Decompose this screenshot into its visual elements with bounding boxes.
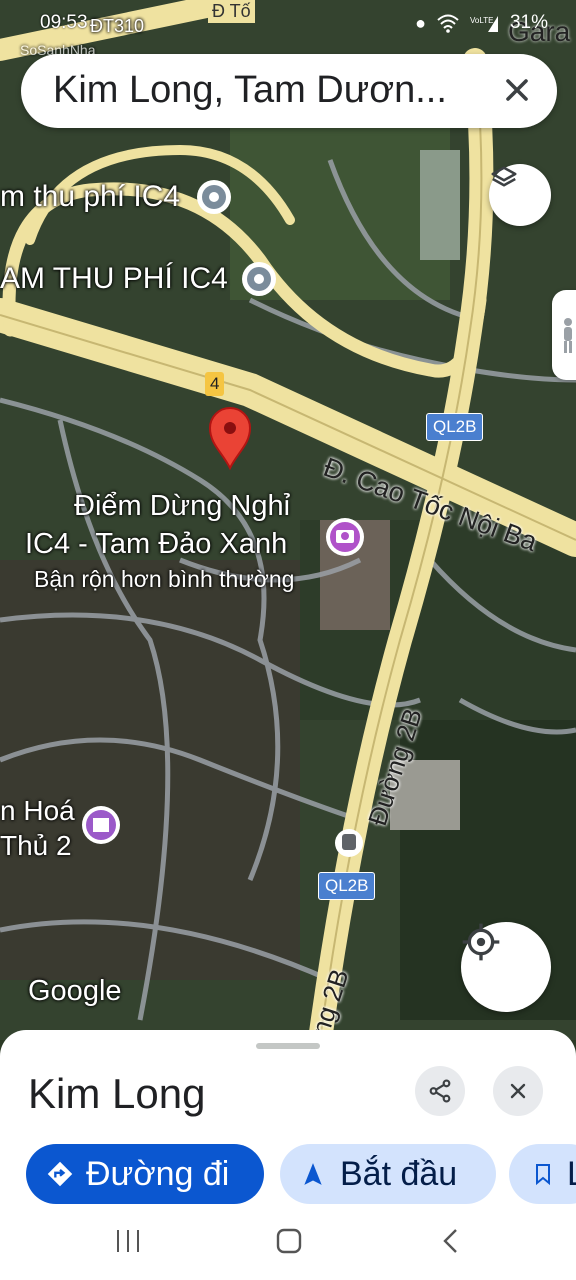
back-icon[interactable] bbox=[440, 1227, 462, 1255]
close-icon bbox=[510, 1083, 526, 1099]
toll-label-1[interactable]: m thu phí IC4 bbox=[0, 180, 180, 214]
toll-marker-1 bbox=[197, 180, 231, 214]
place-title: Kim Long bbox=[28, 1070, 206, 1117]
save-label: L bbox=[567, 1155, 576, 1194]
status-icons: ● VoLTE 31% bbox=[415, 12, 548, 34]
signal-icon: VoLTE bbox=[470, 16, 498, 32]
search-query[interactable]: Kim Long, Tam Dươn... bbox=[53, 69, 447, 112]
layers-button[interactable] bbox=[489, 164, 551, 226]
start-button[interactable]: Bắt đầu bbox=[280, 1144, 496, 1204]
navigation-arrow-icon bbox=[304, 1163, 322, 1185]
poi-marker-culture bbox=[82, 806, 120, 844]
wifi-icon bbox=[437, 14, 459, 33]
recents-icon[interactable] bbox=[113, 1228, 143, 1254]
svg-text:VoLTE: VoLTE bbox=[470, 16, 493, 25]
bookmark-icon bbox=[536, 1164, 550, 1186]
route-4-shield: 4 bbox=[205, 372, 225, 396]
layers-icon bbox=[491, 166, 517, 187]
map-view[interactable]: m thu phí IC4 AM THU PHÍ IC4 Đ Tố Gara Đ… bbox=[0, 0, 576, 1040]
start-label: Bắt đầu bbox=[340, 1154, 458, 1193]
directions-label: Đường đi bbox=[86, 1154, 230, 1193]
save-button[interactable]: L bbox=[509, 1144, 576, 1204]
system-nav-bar bbox=[0, 1210, 576, 1280]
battery-percent: 31% bbox=[509, 12, 548, 33]
poi-marker-rest-stop bbox=[326, 518, 364, 556]
location-status-icon: ● bbox=[415, 12, 426, 33]
culture-label-2[interactable]: Thủ 2 bbox=[0, 830, 72, 862]
search-bar[interactable]: Kim Long, Tam Dươn... bbox=[21, 54, 557, 128]
ql2b-shield-1: QL2B bbox=[426, 413, 484, 441]
bus-stop-marker bbox=[335, 829, 363, 857]
my-location-icon bbox=[462, 923, 500, 961]
share-icon bbox=[429, 1079, 451, 1103]
my-location-button[interactable] bbox=[461, 922, 551, 1012]
directions-icon bbox=[47, 1161, 73, 1187]
share-button[interactable] bbox=[415, 1066, 465, 1116]
street-view-pegman[interactable] bbox=[552, 290, 576, 380]
drag-handle[interactable] bbox=[256, 1043, 320, 1049]
culture-label-1[interactable]: n Hoá bbox=[0, 795, 75, 827]
pegman-icon bbox=[564, 318, 572, 353]
google-logo: Google bbox=[28, 975, 122, 1007]
status-time: 09:53 bbox=[40, 12, 88, 33]
toll-label-2[interactable]: AM THU PHÍ IC4 bbox=[0, 262, 228, 296]
poi-name-line-2[interactable]: IC4 - Tam Đảo Xanh bbox=[25, 528, 287, 561]
home-icon[interactable] bbox=[275, 1227, 303, 1255]
status-bar: 09:53 ● VoLTE 31% bbox=[0, 8, 576, 38]
directions-button[interactable]: Đường đi bbox=[26, 1144, 264, 1204]
close-sheet-button[interactable] bbox=[493, 1066, 543, 1116]
toll-marker-2 bbox=[242, 262, 276, 296]
poi-name-line-1[interactable]: Điểm Dừng Nghỉ bbox=[74, 490, 290, 523]
close-icon[interactable] bbox=[499, 72, 535, 108]
poi-busy-status: Bận rộn hơn bình thường bbox=[34, 566, 295, 592]
ql2b-shield-2: QL2B bbox=[318, 872, 376, 900]
